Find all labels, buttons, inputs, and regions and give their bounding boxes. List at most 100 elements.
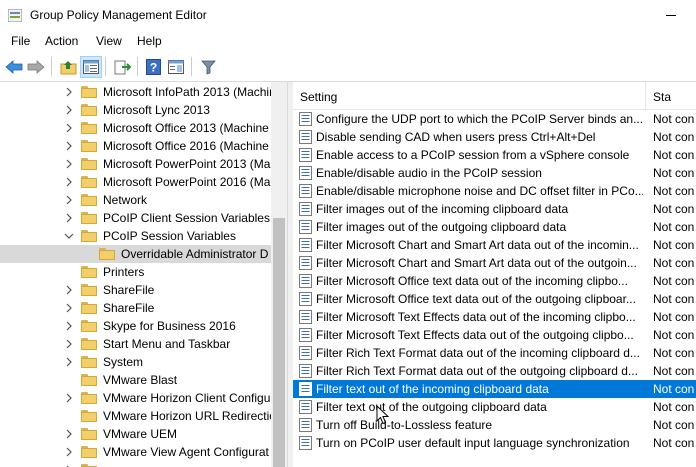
tree-item[interactable]: VMware UEM [0, 425, 271, 443]
properties-pane-icon [168, 60, 184, 74]
folder-up-icon [60, 60, 76, 74]
chevron-right-icon[interactable] [64, 123, 74, 133]
tree-item[interactable]: Microsoft Office 2013 (Machine [0, 119, 271, 137]
policy-setting-icon [299, 184, 312, 198]
chevron-right-icon[interactable] [64, 177, 74, 187]
tree-item[interactable]: Overridable Administrator D [0, 245, 271, 263]
export-list-button[interactable] [111, 56, 133, 78]
policy-setting-icon [299, 328, 312, 342]
tree-item[interactable]: Microsoft Office 2016 (Machine [0, 137, 271, 155]
setting-row[interactable]: Filter Microsoft Office text data out of… [293, 272, 696, 290]
tree-item-label: ShareFile [103, 301, 155, 315]
tree-item[interactable]: VMware Horizon Client Configu [0, 389, 271, 407]
tree-vertical-scrollbar[interactable] [271, 82, 287, 467]
folder-icon [81, 86, 97, 98]
chevron-right-icon[interactable] [64, 429, 74, 439]
filter-button[interactable] [197, 56, 219, 78]
tree-item[interactable] [0, 461, 271, 467]
show-hide-tree-button[interactable] [80, 56, 102, 78]
chevron-right-icon[interactable] [64, 393, 74, 403]
mouse-cursor-icon [376, 405, 390, 425]
setting-state: Not con [653, 184, 695, 198]
setting-row[interactable]: Filter images out of the outgoing clipbo… [293, 218, 696, 236]
setting-state: Not con [653, 382, 695, 396]
column-header-state[interactable]: Sta [646, 82, 696, 110]
tree-item[interactable]: VMware Blast [0, 371, 271, 389]
tree-item[interactable]: Microsoft InfoPath 2013 (Machine [0, 83, 282, 101]
setting-row[interactable]: Turn off Build-to-Lossless feature Not co… [293, 416, 696, 434]
tree-item[interactable]: Printers [0, 263, 271, 281]
back-button[interactable] [3, 56, 25, 78]
chevron-right-icon[interactable] [64, 303, 74, 313]
setting-row[interactable]: Filter Rich Text Format data out of the … [293, 362, 696, 380]
tree-item[interactable]: Skype for Business 2016 [0, 317, 271, 335]
chevron-right-icon[interactable] [64, 141, 74, 151]
setting-row[interactable]: Disable sending CAD when users press Ctr… [293, 128, 696, 146]
tree-item[interactable]: PCoIP Session Variables [0, 227, 271, 245]
setting-name: Enable/disable audio in the PCoIP sessio… [316, 166, 542, 180]
chevron-right-icon[interactable] [64, 339, 74, 349]
policy-setting-icon [299, 130, 312, 144]
tree-item[interactable]: Microsoft PowerPoint 2016 (Ma [0, 173, 271, 191]
help-button[interactable]: ? [142, 56, 164, 78]
tree-item[interactable]: ShareFile [0, 281, 271, 299]
tree-item[interactable]: Network [0, 191, 271, 209]
menu-action[interactable]: Action [45, 34, 78, 48]
tree-item-label: Microsoft InfoPath 2013 (Machine [103, 85, 283, 99]
setting-row[interactable]: Filter Microsoft Chart and Smart Art dat… [293, 254, 696, 272]
chevron-right-icon[interactable] [64, 447, 74, 457]
chevron-right-icon[interactable] [64, 87, 74, 97]
tree-item[interactable]: ShareFile [0, 299, 271, 317]
tree-item[interactable]: System [0, 353, 271, 371]
chevron-right-icon[interactable] [64, 213, 74, 223]
up-one-level-button[interactable] [57, 56, 79, 78]
setting-row[interactable]: Turn on PCoIP user default input languag… [293, 434, 696, 452]
policy-setting-icon [299, 238, 312, 252]
folder-icon [99, 248, 115, 260]
chevron-right-icon[interactable] [64, 105, 74, 115]
setting-row[interactable]: Filter Microsoft Text Effects data out o… [293, 326, 696, 344]
setting-name: Filter Microsoft Chart and Smart Art dat… [316, 238, 639, 252]
setting-row[interactable]: Configure the UDP port to which the PCoI… [293, 110, 696, 128]
menu-help[interactable]: Help [137, 34, 162, 48]
menu-view[interactable]: View [96, 34, 122, 48]
folder-icon [81, 302, 97, 314]
menu-file[interactable]: File [11, 34, 30, 48]
column-header-setting[interactable]: Setting [293, 82, 645, 110]
back-arrow-icon [5, 60, 23, 74]
chevron-down-icon[interactable] [64, 231, 74, 241]
tree-item[interactable]: Start Menu and Taskbar [0, 335, 271, 353]
tree-item[interactable]: Microsoft Lync 2013 [0, 101, 271, 119]
setting-row[interactable]: Filter text out of the outgoing clipboar… [293, 398, 696, 416]
setting-row[interactable]: Enable/disable microphone noise and DC o… [293, 182, 696, 200]
show-hide-tree-icon [83, 60, 99, 74]
chevron-right-icon[interactable] [64, 159, 74, 169]
scrollbar-thumb[interactable] [273, 218, 285, 467]
forward-button[interactable] [25, 56, 47, 78]
setting-name: Filter Rich Text Format data out of the … [316, 364, 638, 378]
tree-item[interactable]: Microsoft PowerPoint 2013 (Ma [0, 155, 271, 173]
chevron-right-icon[interactable] [64, 195, 74, 205]
menu-bar: File Action View Help [0, 31, 696, 52]
properties-pane-button[interactable] [165, 56, 187, 78]
setting-row[interactable]: Filter Microsoft Office text data out of… [293, 290, 696, 308]
tree-item-label: VMware UEM [103, 427, 178, 441]
minimize-button[interactable] [660, 4, 690, 26]
setting-row[interactable]: Enable access to a PCoIP session from a … [293, 146, 696, 164]
chevron-right-icon[interactable] [64, 357, 74, 367]
setting-row[interactable]: Filter Microsoft Text Effects data out o… [293, 308, 696, 326]
tree-item[interactable]: VMware Horizon URL Redirectio [0, 407, 276, 425]
toolbar-separator [105, 57, 106, 76]
folder-icon [81, 104, 97, 116]
tree-item[interactable]: VMware View Agent Configurat [0, 443, 271, 461]
setting-row[interactable]: Filter images out of the incoming clipbo… [293, 200, 696, 218]
setting-state: Not con [653, 364, 695, 378]
chevron-right-icon[interactable] [64, 285, 74, 295]
chevron-right-icon[interactable] [64, 321, 74, 331]
setting-row[interactable]: Filter Microsoft Chart and Smart Art dat… [293, 236, 696, 254]
folder-icon [81, 284, 97, 296]
setting-row[interactable]: Filter Rich Text Format data out of the … [293, 344, 696, 362]
setting-row[interactable]: Filter text out of the incoming clipboar… [293, 380, 696, 398]
tree-item[interactable]: PCoIP Client Session Variables [0, 209, 271, 227]
setting-row[interactable]: Enable/disable audio in the PCoIP sessio… [293, 164, 696, 182]
